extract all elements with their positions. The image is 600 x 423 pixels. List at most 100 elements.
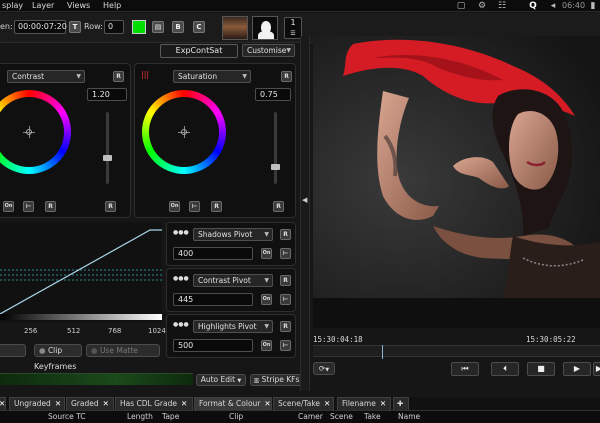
contrast-wheel-panel: Contrast ▼ R 1.20 On ⊢ R R (0, 63, 131, 218)
on-toggle[interactable]: On (169, 201, 180, 212)
volume-icon[interactable]: ◂ (548, 1, 558, 11)
play-button[interactable]: ▶ (563, 362, 591, 376)
matte-toggle-button[interactable] (0, 344, 26, 357)
column-length[interactable]: Length (127, 412, 153, 421)
saturation-mode-dropdown[interactable]: Saturation ▼ (173, 70, 251, 83)
reset-icon[interactable]: R (45, 201, 56, 212)
timecode-field[interactable]: 00:00:07:20 (14, 20, 67, 34)
customise-dropdown[interactable]: Customise ▼ (242, 44, 295, 57)
contrast-value-field[interactable]: 1.20 (87, 88, 127, 101)
grade-icon-b[interactable]: B (172, 21, 184, 33)
settings-icon[interactable]: ⚙ (477, 1, 487, 11)
playhead[interactable] (381, 345, 383, 359)
tab-ungraded[interactable]: Ungraded ✕ (9, 397, 65, 410)
video-viewer[interactable] (313, 36, 600, 298)
close-icon[interactable]: ✕ (380, 399, 386, 408)
go-to-end-button[interactable]: ▶ (593, 362, 600, 376)
grade-icon-a[interactable]: ▤ (152, 21, 164, 33)
search-icon[interactable]: Q (528, 1, 538, 11)
reset-button[interactable]: R (280, 321, 291, 332)
close-icon[interactable]: ✕ (0, 399, 5, 408)
column-scene[interactable]: Scene (330, 412, 353, 421)
curve-icon[interactable]: ⊢ (280, 294, 291, 305)
on-toggle[interactable]: On (261, 248, 272, 259)
keyframe-track[interactable] (0, 373, 193, 385)
tab-filename[interactable]: Filename ✕ (337, 397, 391, 410)
curve-icon[interactable]: ⊢ (280, 340, 291, 351)
close-icon[interactable]: ✕ (264, 399, 270, 408)
close-icon[interactable]: ✕ (103, 399, 109, 408)
menu-display[interactable]: splay (2, 1, 23, 10)
clip-toggle[interactable]: ● Clip (34, 344, 82, 357)
menu-layer[interactable]: Layer (32, 1, 54, 10)
use-matte-toggle[interactable]: ● Use Matte (86, 344, 160, 357)
column-name[interactable]: Name (398, 412, 420, 421)
column-tape[interactable]: Tape (162, 412, 179, 421)
reset-button[interactable]: R (280, 275, 291, 286)
timecode-button[interactable]: T (69, 21, 81, 33)
saturation-value-field[interactable]: 0.75 (255, 88, 291, 101)
add-tab-button[interactable]: ✚ (393, 397, 409, 410)
column-clip[interactable]: Clip (229, 412, 243, 421)
timeline-scrubber[interactable] (313, 345, 600, 359)
close-icon[interactable]: ✕ (55, 399, 61, 408)
tab-scene-take[interactable]: Scene/Take ✕ (273, 397, 334, 410)
contrast-pivot-value[interactable]: 445 (173, 293, 253, 306)
reset-button[interactable]: R (113, 71, 124, 82)
contrast-pivot-dropdown[interactable]: Contrast Pivot ▼ (193, 274, 273, 287)
shadows-pivot-dropdown[interactable]: Shadows Pivot ▼ (193, 228, 273, 241)
contrast-slider-knob[interactable] (103, 155, 112, 161)
reset-icon[interactable]: R (211, 201, 222, 212)
on-toggle[interactable]: On (261, 294, 272, 305)
auto-edit-dropdown[interactable]: Auto Edit ▼ (196, 374, 246, 386)
luma-gradient-bar (0, 314, 162, 320)
highlights-pivot-value[interactable]: 500 (173, 339, 253, 352)
contrast-color-wheel[interactable] (0, 90, 71, 174)
grade-icon-c[interactable]: C (193, 21, 205, 33)
loop-options-button[interactable]: ⟳▼ (313, 362, 335, 375)
curve-icon[interactable]: ⊢ (23, 201, 34, 212)
rgb-icon[interactable]: ||| (141, 70, 151, 82)
step-back-button[interactable]: ⏴ (491, 362, 519, 376)
stop-button[interactable]: ■ (527, 362, 555, 376)
contrast-slider[interactable] (106, 112, 109, 184)
tab-close-partial[interactable]: ✕ (0, 397, 6, 410)
network-icon[interactable]: ☷ (497, 1, 507, 11)
tab-has-cdl-grade[interactable]: Has CDL Grade ✕ (115, 397, 193, 410)
reset-button[interactable]: R (280, 229, 291, 240)
tab-graded[interactable]: Graded ✕ (66, 397, 114, 410)
curve-icon[interactable]: ⊢ (189, 201, 200, 212)
row-field[interactable]: 0 (104, 20, 124, 34)
panel-splitter[interactable]: ◀ (300, 36, 310, 391)
column-take[interactable]: Take (364, 412, 381, 421)
on-toggle[interactable]: On (261, 340, 272, 351)
column-camera[interactable]: Camer (298, 412, 323, 421)
close-icon[interactable]: ✕ (181, 399, 187, 408)
column-source-tc[interactable]: Source TC (48, 412, 86, 421)
tab-format-colour[interactable]: Format & Colour ✕ (194, 397, 272, 410)
curve-icon[interactable]: ⊢ (280, 248, 291, 259)
collapse-arrow-icon[interactable]: ◀ (302, 196, 307, 204)
highlights-pivot-dropdown[interactable]: Highlights Pivot ▼ (193, 320, 273, 333)
curve-graph[interactable] (0, 222, 162, 322)
on-toggle[interactable]: On (3, 201, 14, 212)
shadows-pivot-value[interactable]: 400 (173, 247, 253, 260)
reference-thumbnail[interactable] (222, 16, 248, 40)
go-to-start-button[interactable]: ⏮ (451, 362, 479, 376)
matte-thumbnail[interactable] (252, 16, 278, 40)
saturation-color-wheel[interactable] (142, 90, 226, 174)
preset-name-field[interactable]: ExpContSat (160, 44, 238, 58)
window-icon[interactable]: ▢ (456, 1, 466, 11)
saturation-slider-knob[interactable] (271, 164, 280, 170)
menu-views[interactable]: Views (67, 1, 90, 10)
saturation-slider[interactable] (274, 112, 277, 184)
color-swatch[interactable] (132, 20, 146, 34)
contrast-mode-dropdown[interactable]: Contrast ▼ (7, 70, 85, 83)
stripe-kfs-button[interactable]: ▥ Stripe KFs (250, 374, 303, 386)
close-icon[interactable]: ✕ (324, 399, 330, 408)
skip-end-icon: ▶ (595, 364, 600, 373)
reset-all-icon[interactable]: R (105, 201, 116, 212)
reset-all-icon[interactable]: R (273, 201, 284, 212)
menu-help[interactable]: Help (103, 1, 121, 10)
reset-button[interactable]: R (281, 71, 292, 82)
